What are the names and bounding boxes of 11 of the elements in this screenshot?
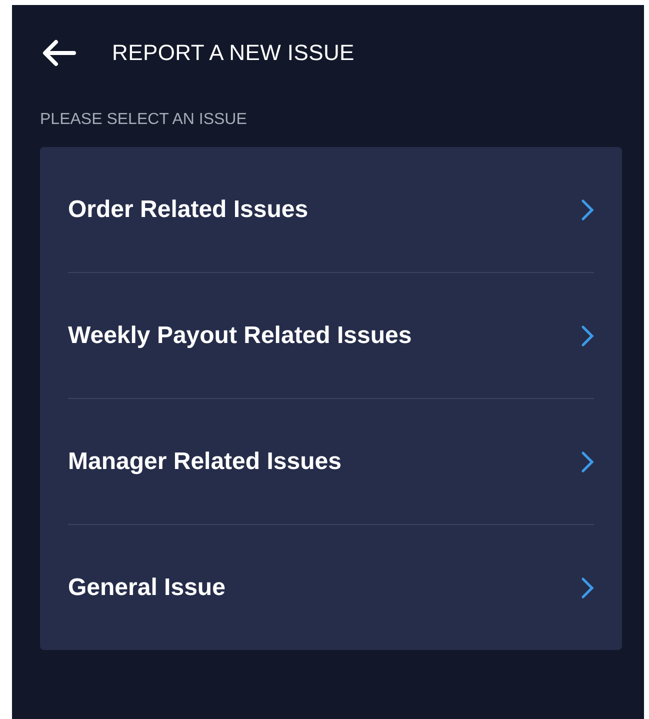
issue-list-item[interactable]: General Issue <box>68 525 594 650</box>
chevron-right-icon <box>580 576 594 600</box>
chevron-right-icon <box>580 450 594 474</box>
issue-list-item[interactable]: Weekly Payout Related Issues <box>68 273 594 399</box>
issue-list-item[interactable]: Manager Related Issues <box>68 399 594 525</box>
section-label: PLEASE SELECT AN ISSUE <box>40 111 248 129</box>
chevron-right-icon <box>580 324 594 348</box>
chevron-right-icon <box>580 198 594 222</box>
issue-list-item[interactable]: Order Related Issues <box>68 147 594 273</box>
back-arrow-icon[interactable] <box>40 39 76 67</box>
page-title: REPORT A NEW ISSUE <box>112 40 354 66</box>
